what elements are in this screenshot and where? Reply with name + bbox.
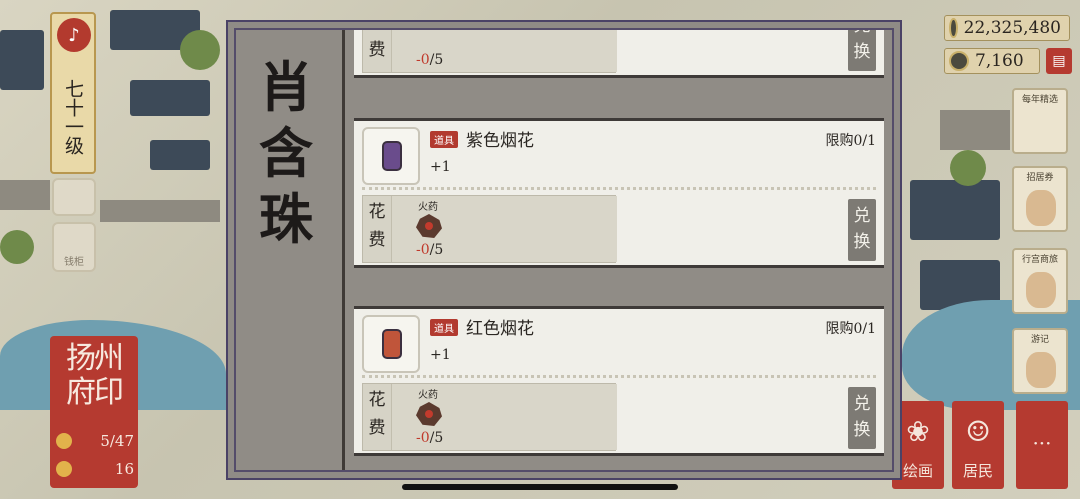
exchange-item: 花费 -0/5 兑换 (354, 30, 884, 78)
shop-button[interactable]: ▤ (1046, 48, 1072, 74)
residents-label: 居民 (962, 462, 993, 480)
seal-stat-row: 5/47 (56, 432, 134, 450)
item-name: 紫色烟花 (466, 131, 534, 151)
character-portrait (1026, 272, 1056, 308)
cost-resource-slot: 火药 -0/5 (391, 196, 617, 262)
cost-box: 花费 -0/5 (362, 30, 617, 73)
residents-button[interactable]: ☺ 居民 (952, 401, 1004, 489)
cost-count: -0/5 (416, 430, 444, 446)
building-roof (0, 30, 44, 90)
cost-label: 花费 (368, 390, 386, 438)
exchange-shop-panel: 肖含珠 花费 -0/5 兑换 道具 紫色烟花 限购0/1 (226, 20, 902, 480)
home-indicator[interactable] (402, 484, 678, 490)
cost-resource-name: 火药 (418, 202, 438, 213)
cost-count: -0/5 (416, 52, 444, 68)
side-card-selection[interactable]: 每年精选 (1012, 88, 1068, 154)
tree (180, 30, 220, 70)
item-name: 红色烟花 (466, 319, 534, 339)
side-card-merchant[interactable]: 行宫商旅 (1012, 248, 1068, 314)
purchase-limit: 限购0/1 (825, 321, 876, 337)
exchange-button[interactable]: 兑换 (848, 387, 876, 449)
seal-stat-1: 5/47 (100, 432, 134, 450)
building-roof (150, 140, 210, 170)
item-tag: 道具 (430, 319, 458, 336)
exchange-button[interactable]: 兑换 (848, 199, 876, 261)
lute-icon: ♪ (57, 18, 91, 52)
panel-frame: 肖含珠 花费 -0/5 兑换 道具 紫色烟花 限购0/1 (234, 28, 894, 472)
town-wall (940, 110, 1010, 150)
side-card-label: 每年精选 (1021, 95, 1058, 105)
cost-box: 花费 火药 -0/5 (362, 195, 617, 263)
silver-counter[interactable]: 7,160 (944, 48, 1040, 74)
tree (0, 230, 34, 264)
town-wall (0, 180, 50, 210)
purchase-limit: 限购0/1 (825, 133, 876, 149)
item-tag: 道具 (430, 131, 458, 148)
cost-count: -0/5 (416, 242, 444, 258)
copper-coin-value: 22,325,480 (963, 18, 1061, 38)
firework-icon (382, 141, 402, 171)
shop-title: 肖含珠 (259, 55, 313, 251)
character-portrait (1026, 352, 1056, 388)
silver-value: 7,160 (975, 51, 1024, 71)
level-badge[interactable]: ♪ 七十一级 (50, 12, 96, 174)
prefecture-seal-panel[interactable]: 扬州府印 5/47 16 (50, 336, 138, 488)
exchange-item: 道具 红色烟花 限购0/1 +1 花费 火药 -0/5 兑换 (354, 306, 884, 456)
gunpowder-icon[interactable] (416, 402, 442, 426)
town-wall (100, 200, 220, 222)
item-gain: +1 (430, 159, 451, 175)
cost-resource-slot: 火药 -0/5 (391, 384, 617, 450)
mansion-button[interactable]: 钱柜 (52, 222, 96, 272)
item-thumbnail[interactable] (362, 315, 420, 373)
cost-box: 花费 火药 -0/5 (362, 383, 617, 451)
more-button[interactable]: ··· (1016, 401, 1068, 489)
shop-icon: ▤ (1052, 53, 1066, 69)
item-thumbnail[interactable] (362, 127, 420, 185)
divider (362, 375, 876, 378)
more-label: ··· (1032, 431, 1052, 455)
divider (362, 187, 876, 190)
character-portrait (1026, 190, 1056, 226)
side-card-journal[interactable]: 游记 (1012, 328, 1068, 394)
side-card-label: 招居券 (1026, 173, 1054, 183)
exchange-item: 道具 紫色烟花 限购0/1 +1 花费 火药 -0/5 兑换 (354, 118, 884, 268)
silver-icon (949, 51, 969, 71)
seal-stat-2: 16 (114, 460, 134, 478)
panel-divider (342, 30, 345, 470)
side-card-label: 游记 (1030, 335, 1049, 345)
copper-coin-counter[interactable]: 22,325,480 (944, 15, 1070, 41)
cost-label: 花费 (368, 202, 386, 250)
scroll-button[interactable] (52, 178, 96, 216)
gunpowder-icon[interactable] (416, 214, 442, 238)
cost-resource-slot: -0/5 (391, 30, 617, 72)
seal-stat-row: 16 (56, 460, 134, 478)
resident-icon (56, 433, 72, 449)
cost-resource-name: 火药 (418, 390, 438, 401)
side-card-label: 行宫商旅 (1021, 255, 1058, 265)
seal-title: 扬州府印 (66, 341, 124, 410)
exchange-button[interactable]: 兑换 (848, 30, 876, 71)
item-gain: +1 (430, 347, 451, 363)
tree (950, 150, 986, 186)
exchange-list[interactable]: 花费 -0/5 兑换 道具 紫色烟花 限购0/1 +1 花费 (354, 30, 884, 470)
resident-icon: ☺ (965, 415, 991, 448)
coin-bag-icon (56, 461, 72, 477)
building-roof (910, 180, 1000, 240)
building-roof (130, 80, 210, 116)
cost-label: 花费 (368, 30, 386, 60)
copper-coin-icon (949, 18, 958, 38)
firework-icon (382, 329, 402, 359)
side-card-recruit[interactable]: 招居券 (1012, 166, 1068, 232)
level-text: 七十一级 (62, 79, 84, 155)
mansion-button-label: 钱柜 (64, 257, 84, 268)
